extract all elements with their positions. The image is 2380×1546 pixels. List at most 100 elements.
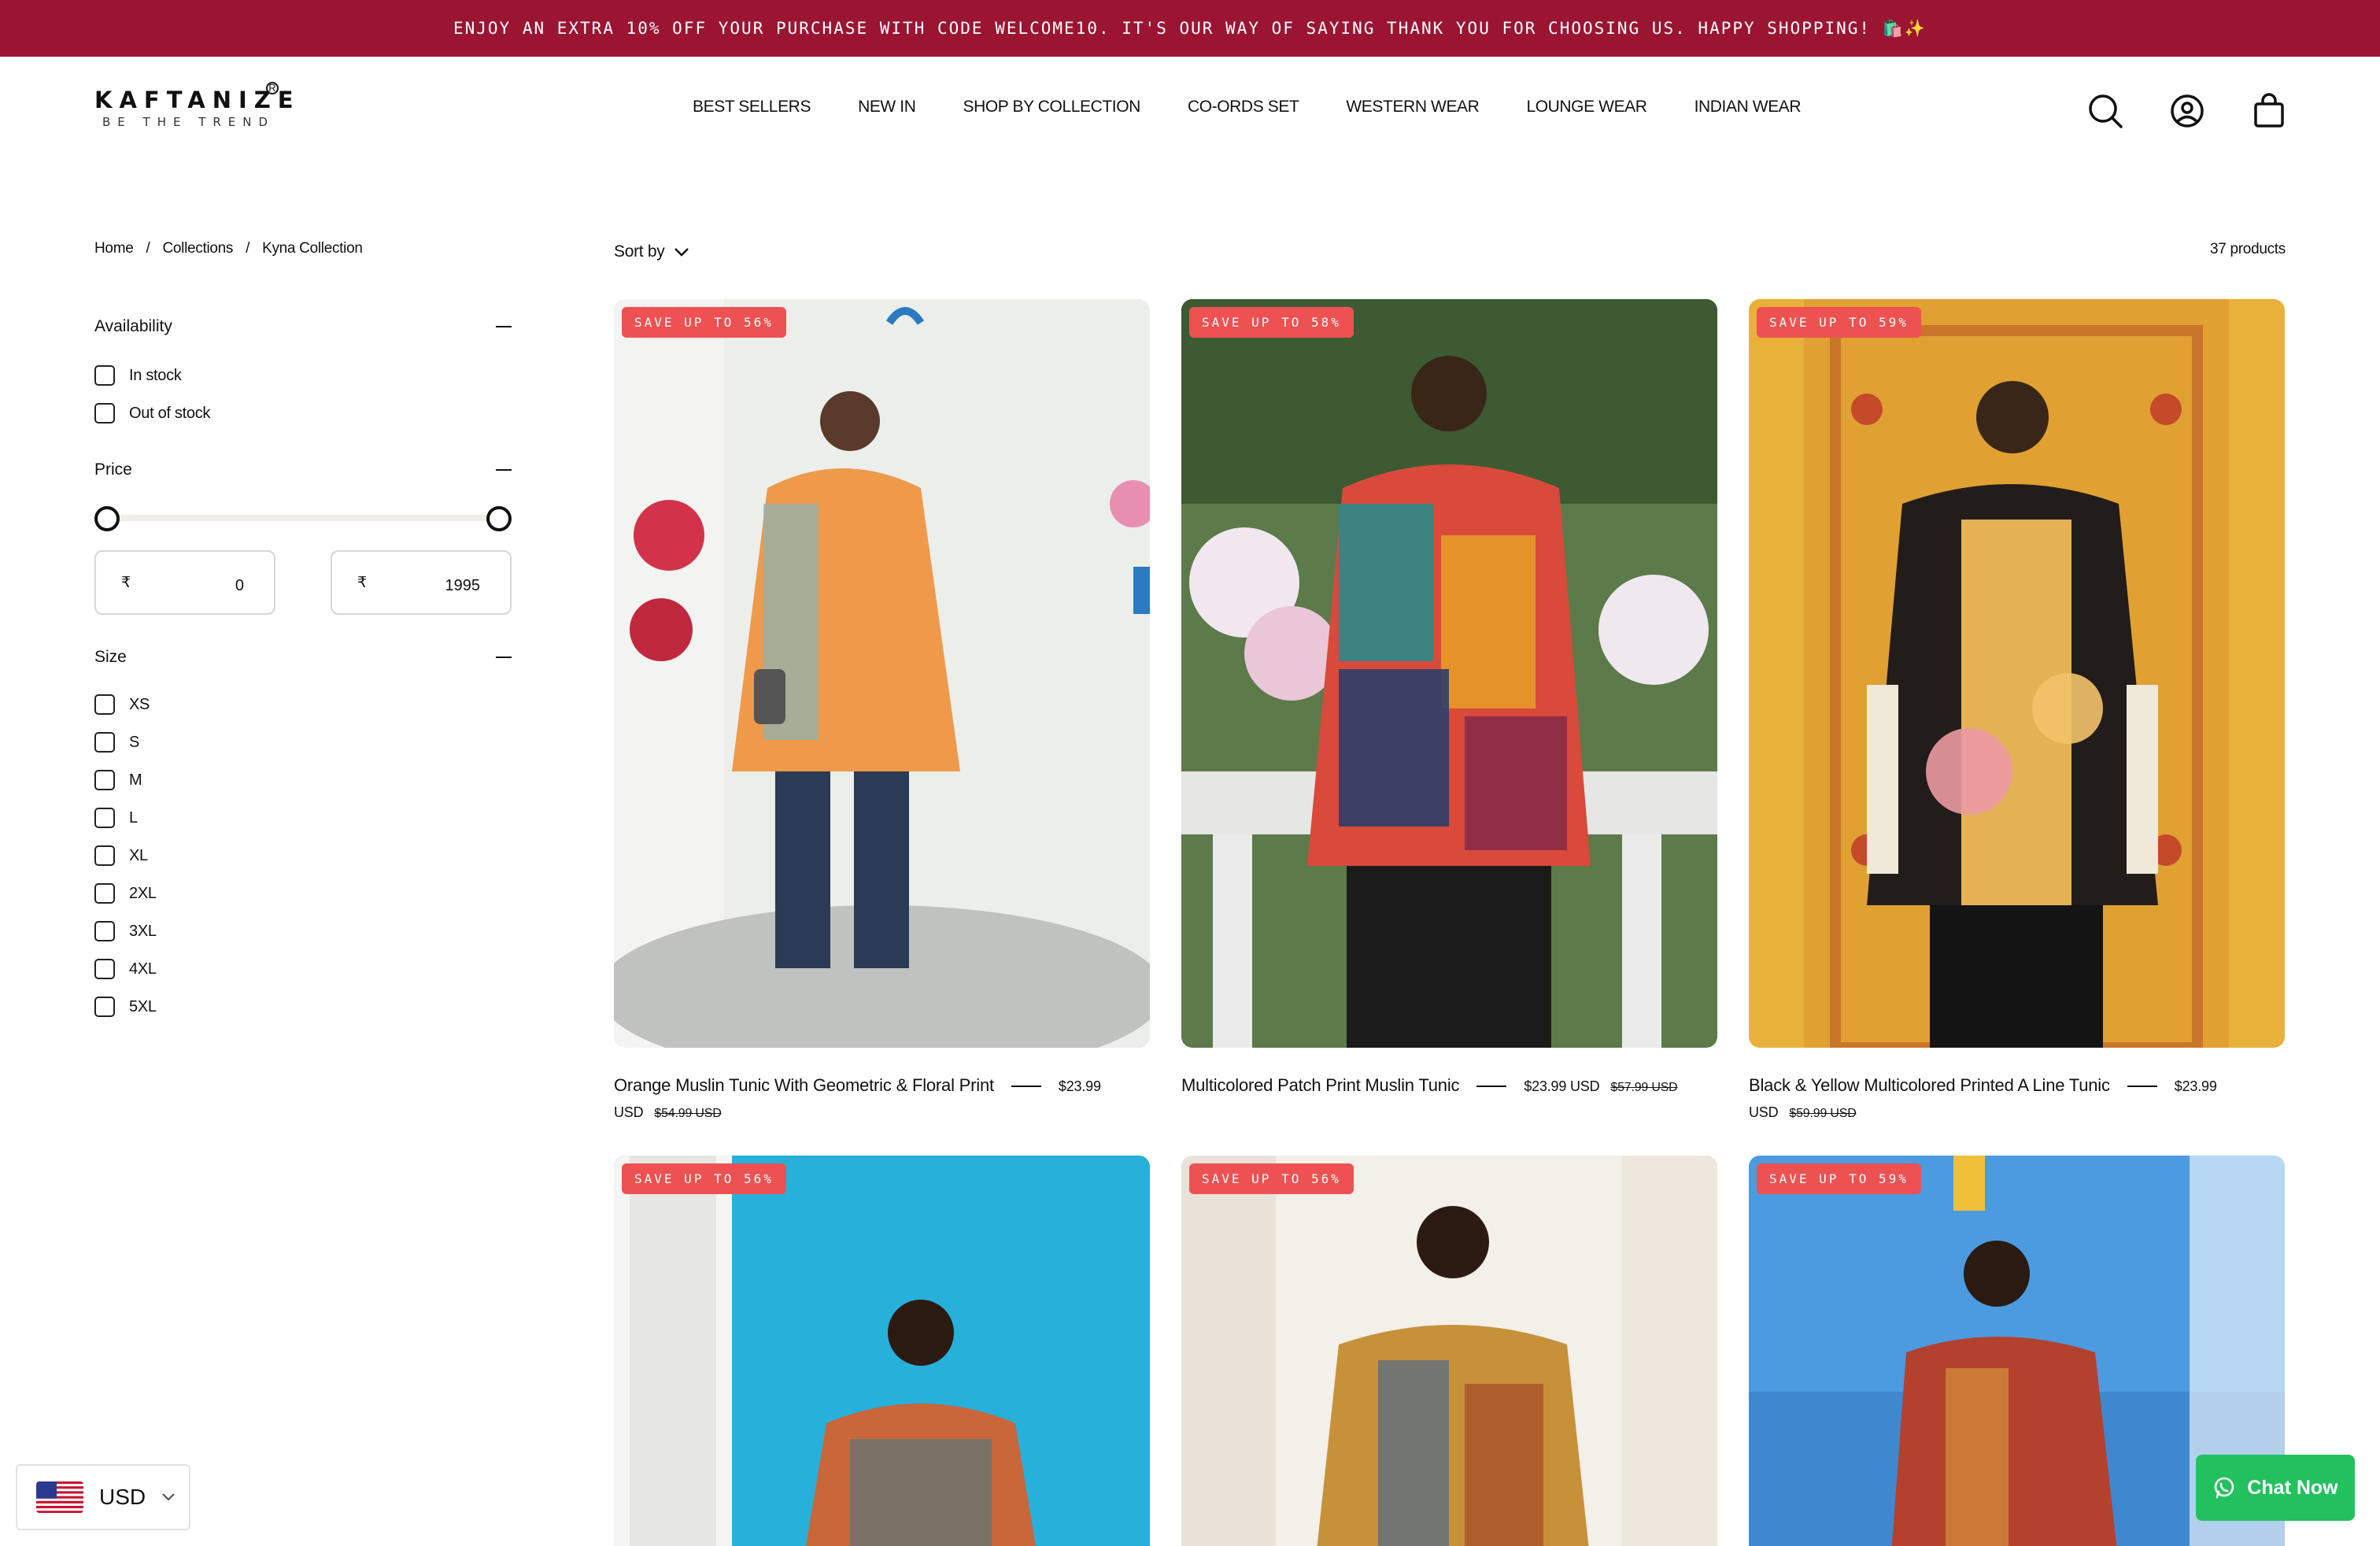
option-label: XS: [129, 695, 150, 713]
chat-now-button[interactable]: Chat Now: [2196, 1455, 2355, 1521]
chat-label: Chat Now: [2247, 1476, 2338, 1499]
product-image[interactable]: SAVE UP TO 56%: [614, 299, 1150, 1048]
checkbox[interactable]: [94, 959, 115, 979]
discount-badge: SAVE UP TO 59%: [1757, 1163, 1921, 1194]
filter-size-2xl[interactable]: 2XL: [94, 875, 512, 912]
checkbox[interactable]: [94, 808, 115, 828]
nav-new-in[interactable]: NEW IN: [858, 98, 916, 117]
product-card[interactable]: SAVE UP TO 56%: [614, 1156, 1150, 1546]
announcement-bar: ENJOY AN EXTRA 10% OFF YOUR PURCHASE WIT…: [0, 0, 2380, 57]
sort-by-dropdown[interactable]: Sort by: [614, 242, 689, 261]
discount-badge: SAVE UP TO 56%: [622, 1163, 786, 1194]
filter-availability-title: Availability: [94, 317, 172, 335]
filter-size-toggle[interactable]: Size: [94, 642, 512, 673]
product-image[interactable]: SAVE UP TO 58%: [1181, 299, 1717, 1048]
checkbox[interactable]: [94, 883, 115, 904]
breadcrumb-collections[interactable]: Collections: [162, 240, 233, 257]
checkbox[interactable]: [94, 694, 115, 715]
filter-size-s[interactable]: S: [94, 723, 512, 761]
product-card[interactable]: SAVE UP TO 56% Orange Muslin Tunic With …: [614, 299, 1150, 1126]
whatsapp-icon: [2215, 1477, 2234, 1499]
filter-size-xs[interactable]: XS: [94, 686, 512, 723]
range-track: [109, 515, 497, 521]
collapse-icon: [496, 656, 512, 658]
price-range-slider[interactable]: [94, 490, 512, 546]
brand-name: KAFTANIZE: [94, 87, 301, 113]
breadcrumb-current: Kyna Collection: [262, 240, 363, 257]
option-label: M: [129, 771, 142, 789]
checkbox[interactable]: [94, 845, 115, 866]
price-max-input[interactable]: ₹ 1995: [331, 550, 512, 615]
product-card[interactable]: SAVE UP TO 58% Multicolored Patch Print …: [1181, 299, 1717, 1100]
brand-logo[interactable]: KAFTANIZE R BE THE TREND: [94, 82, 301, 142]
product-image[interactable]: SAVE UP TO 56%: [1181, 1156, 1717, 1546]
filter-size-m[interactable]: M: [94, 761, 512, 799]
breadcrumb: Home / Collections / Kyna Collection: [94, 240, 363, 257]
filter-size-5xl[interactable]: 5XL: [94, 988, 512, 1026]
nav-shop-by-collection[interactable]: SHOP BY COLLECTION: [963, 98, 1141, 117]
size-options: XS S M L XL 2XL 3XL 4XL 5XL: [94, 686, 512, 1026]
product-info: Black & Yellow Multicolored Printed A Li…: [1749, 1073, 2285, 1126]
option-label: L: [129, 808, 138, 827]
option-label: S: [129, 733, 140, 751]
product-card[interactable]: SAVE UP TO 56%: [1181, 1156, 1717, 1546]
registered-mark: R: [266, 82, 279, 94]
filter-availability-toggle[interactable]: Availability: [94, 311, 512, 342]
currency-symbol: ₹: [357, 574, 368, 591]
option-label: 4XL: [129, 960, 157, 978]
currency-selector[interactable]: USD: [16, 1464, 190, 1530]
range-handle-max[interactable]: [486, 506, 512, 531]
nav-best-sellers[interactable]: BEST SELLERS: [693, 98, 811, 117]
option-label: 2XL: [129, 884, 157, 902]
price-min-input[interactable]: ₹ 0: [94, 550, 275, 615]
filter-size-title: Size: [94, 648, 127, 666]
discount-badge: SAVE UP TO 56%: [622, 307, 786, 338]
option-label: XL: [129, 846, 148, 864]
nav-western-wear[interactable]: WESTERN WEAR: [1346, 98, 1479, 117]
filter-size-l[interactable]: L: [94, 799, 512, 837]
filter-out-of-stock[interactable]: Out of stock: [94, 394, 512, 432]
sort-label: Sort by: [614, 242, 665, 261]
filter-size-xl[interactable]: XL: [94, 837, 512, 875]
filter-size-3xl[interactable]: 3XL: [94, 912, 512, 950]
product-title[interactable]: Black & Yellow Multicolored Printed A Li…: [1749, 1075, 2110, 1095]
breadcrumb-home[interactable]: Home: [94, 240, 134, 257]
nav-indian-wear[interactable]: INDIAN WEAR: [1694, 98, 1802, 117]
chevron-down-icon: [162, 1493, 175, 1501]
checkbox[interactable]: [94, 403, 115, 423]
range-handle-min[interactable]: [94, 506, 120, 531]
price-inputs: ₹ 0 ₹ 1995: [94, 550, 512, 615]
search-icon[interactable]: [2086, 91, 2125, 131]
brand-tagline: BE THE TREND: [102, 115, 275, 129]
account-icon[interactable]: [2168, 91, 2207, 131]
nav-co-ords-set[interactable]: CO-ORDS SET: [1188, 98, 1299, 117]
checkbox[interactable]: [94, 921, 115, 941]
checkbox[interactable]: [94, 732, 115, 753]
product-title[interactable]: Orange Muslin Tunic With Geometric & Flo…: [614, 1075, 994, 1095]
product-price: $23.99 USD: [1524, 1078, 1600, 1094]
product-title[interactable]: Multicolored Patch Print Muslin Tunic: [1181, 1075, 1460, 1095]
filter-size-4xl[interactable]: 4XL: [94, 950, 512, 988]
chevron-down-icon: [674, 248, 689, 257]
site-header: KAFTANIZE R BE THE TREND BEST SELLERS NE…: [0, 57, 2380, 167]
breadcrumb-separator: /: [246, 240, 250, 257]
cart-icon[interactable]: [2249, 91, 2289, 131]
checkbox[interactable]: [94, 365, 115, 386]
divider: [1476, 1086, 1507, 1088]
product-image[interactable]: SAVE UP TO 56%: [614, 1156, 1150, 1546]
nav-lounge-wear[interactable]: LOUNGE WEAR: [1526, 98, 1647, 117]
announcement-text: ENJOY AN EXTRA 10% OFF YOUR PURCHASE WIT…: [453, 18, 1927, 38]
product-image[interactable]: SAVE UP TO 59%: [1749, 299, 2285, 1048]
product-compare-price: $54.99 USD: [654, 1107, 722, 1120]
product-card[interactable]: SAVE UP TO 59% Black & Yellow Multicolor…: [1749, 299, 2285, 1126]
discount-badge: SAVE UP TO 58%: [1189, 307, 1354, 338]
product-info: Multicolored Patch Print Muslin Tunic $23…: [1181, 1073, 1717, 1100]
checkbox[interactable]: [94, 997, 115, 1017]
product-info: Orange Muslin Tunic With Geometric & Flo…: [614, 1073, 1150, 1126]
filter-in-stock[interactable]: In stock: [94, 357, 512, 394]
divider: [2127, 1086, 2157, 1088]
product-compare-price: $59.99 USD: [1789, 1107, 1857, 1120]
checkbox[interactable]: [94, 770, 115, 790]
filter-price-toggle[interactable]: Price: [94, 454, 512, 486]
option-label: 3XL: [129, 922, 157, 940]
